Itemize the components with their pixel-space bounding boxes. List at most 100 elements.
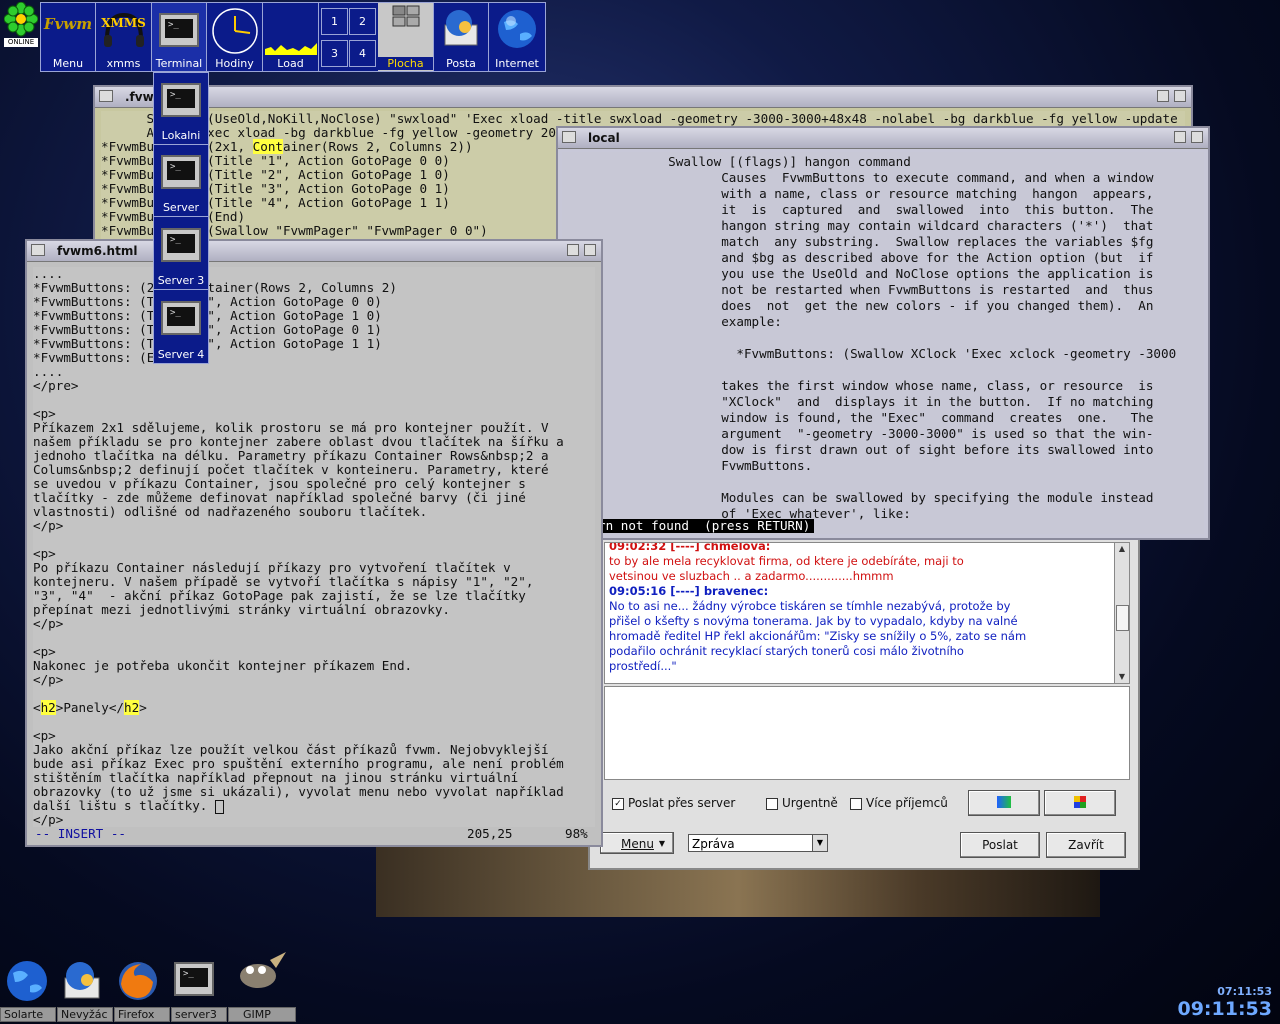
man-page-titlebar[interactable]: local <box>558 128 1208 149</box>
maximize-button[interactable] <box>1191 131 1203 143</box>
vim-text-area[interactable]: .... *FvwmButtons: (2x1, Container(Rows 2… <box>33 267 595 827</box>
terminal-icon <box>161 155 201 189</box>
terminal-button[interactable]: Terminal <box>152 3 207 71</box>
clock-small: 07:11:53 <box>1217 985 1272 998</box>
pager-button[interactable]: Plocha <box>378 3 434 71</box>
globe-icon <box>496 8 538 54</box>
taskbar-item-firefox[interactable]: Firefox <box>114 1007 170 1022</box>
gimp-icon[interactable] <box>230 950 286 996</box>
message-input[interactable] <box>604 686 1130 780</box>
terminal-icon[interactable] <box>172 962 218 1008</box>
checkbox-label: Více příjemců <box>866 796 948 810</box>
taskbar-item-nevyzadane[interactable]: Nevyžác <box>57 1007 113 1022</box>
send-via-server-checkbox[interactable]: ✓ Poslat přes server <box>612 796 735 810</box>
text-line: Causes FvwmButtons to execute command, a… <box>562 170 1154 185</box>
vim-status-line: -- INSERT -- 205,25 98% <box>33 827 595 841</box>
chat-message-text: to by ale mela recyklovat firma, od kter… <box>609 554 964 568</box>
text-line: you use the UseOld and NoClose options t… <box>562 266 1154 281</box>
internet-button-label: Internet <box>495 57 539 70</box>
load-graph-icon <box>264 37 317 59</box>
submenu-item-server-3[interactable]: Server 3 <box>154 218 208 290</box>
desk-3-button[interactable]: 3 <box>321 40 348 67</box>
taskbar-item-gimp[interactable]: GIMP <box>228 1007 296 1022</box>
text-line: přepínat mezi jednotlivými stránky virtu… <box>33 602 451 617</box>
urgent-checkbox[interactable]: Urgentně <box>766 796 838 810</box>
chat-message-text: No to asi ne... žádny výrobce tiskáren s… <box>609 599 1011 613</box>
chat-window: 09:02:32 [----] chmelova: to by ale mela … <box>588 530 1140 870</box>
window-menu-button[interactable] <box>99 90 113 102</box>
minimize-button[interactable] <box>1174 131 1186 143</box>
submenu-item-lokalni[interactable]: Lokalni <box>154 73 208 145</box>
clock-large: 09:11:53 <box>1177 998 1272 1020</box>
text-cursor <box>214 799 224 814</box>
clock-button-label: Hodiny <box>215 57 254 70</box>
checkbox-box[interactable] <box>850 797 862 810</box>
man-page-text[interactable]: Swallow [(flags)] hangon command Causes … <box>562 152 1204 534</box>
globe-icon[interactable] <box>4 958 50 1004</box>
fvwm-config-titlebar[interactable]: .fvw <box>95 87 1191 108</box>
firefox-icon[interactable] <box>115 958 161 1004</box>
xmms-button[interactable]: XMMS xmms <box>96 3 152 71</box>
scrollbar-thumb[interactable] <box>1116 605 1129 631</box>
scroll-down-arrow-icon[interactable]: ▼ <box>1115 671 1129 683</box>
maximize-button[interactable] <box>1174 90 1186 102</box>
file-percent: 98% <box>565 826 588 841</box>
text-line: <p> <box>33 546 56 561</box>
text-line: Modules can be swallowed by specifying t… <box>562 490 1154 505</box>
icq-flower-icon[interactable]: ONLINE <box>3 1 39 48</box>
text-line: with a name, class or resource matching … <box>562 186 1154 201</box>
posta-button[interactable]: Posta <box>434 3 489 71</box>
clock-icon <box>210 6 260 60</box>
maximize-button[interactable] <box>584 244 596 256</box>
menu-dropdown-button[interactable]: Menu ▼ <box>600 832 674 854</box>
thunderbird-icon[interactable] <box>59 958 105 1004</box>
chat-message-text: podařilo ochránit recyklací starých tone… <box>609 644 964 658</box>
desk-2-button[interactable]: 2 <box>349 8 376 35</box>
smiley-button[interactable] <box>1044 790 1116 816</box>
pager-icon <box>392 5 420 31</box>
minimize-button[interactable] <box>1157 90 1169 102</box>
minimize-button[interactable] <box>567 244 579 256</box>
checkbox-box[interactable] <box>766 797 778 810</box>
internet-button[interactable]: Internet <box>489 3 545 71</box>
terminal-icon <box>159 13 199 47</box>
vim-editor-window: fvwm6.html .... *FvwmButtons: (2x1, Conta… <box>25 239 603 847</box>
color-fg-button[interactable] <box>968 790 1040 816</box>
desk-1-button[interactable]: 1 <box>321 8 348 35</box>
taskbar-item-server3[interactable]: server3 <box>171 1007 227 1022</box>
submenu-item-label: Server 4 <box>157 348 205 361</box>
text-line: <h2>Panely</h2> <box>33 700 147 715</box>
submenu-item-label: Lokalni <box>161 129 201 142</box>
chat-message-text: prostředí..." <box>609 659 677 673</box>
menu-button-label: Menu <box>52 57 84 70</box>
text-line: does not get the new colors - if you cha… <box>562 298 1154 313</box>
taskbar-item-solarte[interactable]: Solarte <box>0 1007 56 1022</box>
text-line: Swallow [(flags)] hangon command <box>562 154 911 169</box>
load-button[interactable]: Load <box>263 3 319 71</box>
chat-scrollbar[interactable]: ▲ ▼ <box>1114 543 1129 683</box>
send-button[interactable]: Poslat <box>960 832 1040 858</box>
thunderbird-icon <box>439 7 483 55</box>
text-line: Colums&nbsp;2 definují počet tlačítek v … <box>33 462 549 477</box>
checkbox-box[interactable]: ✓ <box>612 797 624 810</box>
pager-prompt: rn not found (press RETURN) <box>598 519 815 533</box>
submenu-item-server-4[interactable]: Server 4 <box>154 291 208 363</box>
clock-button[interactable]: Hodiny <box>207 3 263 71</box>
window-menu-button[interactable] <box>31 244 45 256</box>
chat-log[interactable]: 09:02:32 [----] chmelova: to by ale mela … <box>604 542 1130 684</box>
text-line: se uvedou v příkazu Container, jsou spol… <box>33 476 526 491</box>
chat-message-text: přišel o kšefty s novýma tonerama. Jak b… <box>609 614 1018 628</box>
close-button[interactable]: Zavřít <box>1046 832 1126 858</box>
search-highlight: Cont <box>252 139 283 154</box>
desk-4-button[interactable]: 4 <box>349 40 376 67</box>
text-line: tlačítky - zde můžeme definovat napříkla… <box>33 490 526 505</box>
message-type-select[interactable]: Zpráva ▼ <box>688 834 828 852</box>
vim-titlebar[interactable]: fvwm6.html <box>27 241 601 262</box>
menu-button[interactable]: Fvwm Menu <box>41 3 96 71</box>
submenu-item-server[interactable]: Server <box>154 145 208 217</box>
scroll-up-arrow-icon[interactable]: ▲ <box>1115 543 1129 555</box>
text-line: vlastnosti) odlišné od nadřazeného soubo… <box>33 504 428 519</box>
window-menu-button[interactable] <box>562 131 576 143</box>
load-button-label: Load <box>277 57 304 70</box>
multiple-recipients-checkbox[interactable]: Více příjemců <box>850 796 948 810</box>
